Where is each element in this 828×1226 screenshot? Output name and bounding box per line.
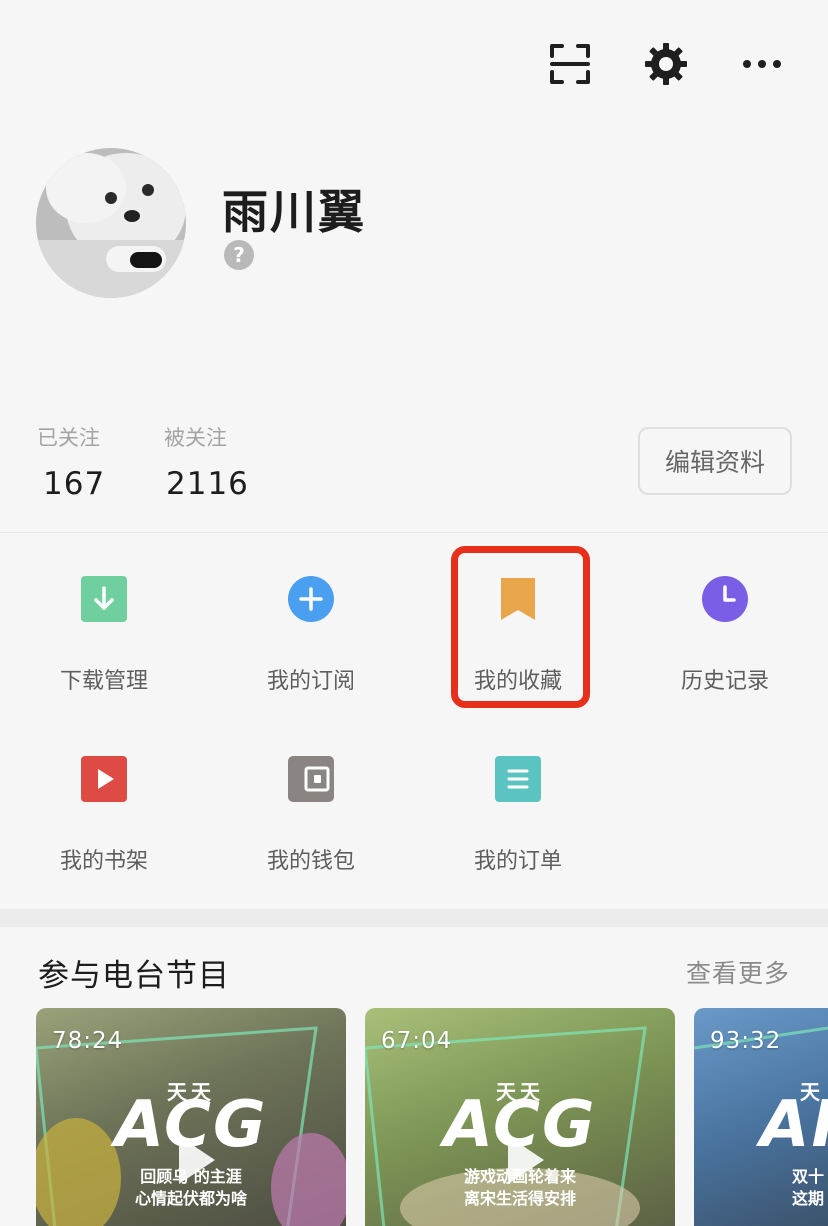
card-brand: AI [760, 1088, 828, 1162]
card-duration: 78:24 [52, 1028, 124, 1054]
grid-label-download: 下载管理 [59, 669, 148, 694]
program-card[interactable]: 78:24 天天 ACG 回顾乌 的主涯 心情起伏都为啥 [36, 1008, 346, 1226]
following-label: 已关注 [37, 426, 100, 450]
card-subtitle-line-2: 心情起伏都为啥 [134, 1189, 247, 1208]
grid-item-bookshelf[interactable]: 我的书架 [19, 755, 189, 875]
gear-icon[interactable] [640, 38, 692, 90]
clock-icon [701, 575, 749, 623]
grid-label-bookshelf: 我的书架 [59, 849, 148, 874]
grid-item-download[interactable]: 下载管理 [19, 575, 189, 695]
card-subtitle-line-1: 游戏动画轮着来 [463, 1167, 576, 1186]
see-more-link[interactable]: 查看更多 [686, 954, 790, 990]
scan-icon[interactable] [544, 38, 596, 90]
card-subtitle: 双十 这期 [694, 1166, 828, 1210]
play-square-icon [80, 755, 128, 803]
help-icon[interactable]: ? [224, 240, 254, 270]
section-separator [0, 909, 828, 927]
grid-label-orders: 我的订单 [473, 849, 562, 874]
program-card[interactable]: 67:04 天天 ACG 游戏动画轮着来 离宋生活得安排 [365, 1008, 675, 1226]
followers-stat[interactable]: 被关注 2116 [164, 422, 249, 502]
grid-item-orders[interactable]: 我的订单 [433, 755, 603, 875]
more-icon[interactable] [736, 38, 788, 90]
following-count: 167 [43, 466, 106, 502]
card-duration: 67:04 [381, 1028, 453, 1054]
plus-circle-icon [287, 575, 335, 623]
section-title: 参与电台节目 [38, 958, 230, 994]
followers-label: 被关注 [164, 426, 227, 450]
download-icon [80, 575, 128, 623]
wallet-icon [287, 755, 335, 803]
grid-label-subscribe: 我的订阅 [266, 669, 355, 694]
grid-label-wallet: 我的钱包 [266, 849, 355, 874]
card-subtitle-line-1: 回顾乌 的主涯 [140, 1167, 242, 1186]
profile-page: 雨川翼 ? 已关注 167 被关注 2116 编辑资料 下载管理 我的订阅 我的… [0, 0, 828, 1226]
card-subtitle-line-2: 离宋生活得安排 [463, 1189, 576, 1208]
card-subtitle: 游戏动画轮着来 离宋生活得安排 [365, 1166, 675, 1210]
program-card[interactable]: 93:32 天 AI 双十 这期 [694, 1008, 828, 1226]
card-subtitle-line-2: 这期 [792, 1189, 825, 1208]
grid-item-wallet[interactable]: 我的钱包 [226, 755, 396, 875]
followers-count: 2116 [166, 466, 249, 502]
avatar[interactable] [36, 148, 186, 298]
edit-profile-button[interactable]: 编辑资料 [638, 427, 792, 495]
card-subtitle-line-1: 双十 [792, 1167, 825, 1186]
grid-label-history: 历史记录 [680, 669, 769, 694]
card-subtitle: 回顾乌 的主涯 心情起伏都为啥 [36, 1166, 346, 1210]
list-icon [494, 755, 542, 803]
top-action-bar [544, 38, 788, 90]
following-stat[interactable]: 已关注 167 [37, 422, 105, 502]
divider [0, 532, 828, 533]
username: 雨川翼 [222, 185, 366, 239]
grid-item-history[interactable]: 历史记录 [640, 575, 810, 695]
grid-item-subscribe[interactable]: 我的订阅 [226, 575, 396, 695]
favorites-highlight-box [451, 546, 590, 708]
card-duration: 93:32 [710, 1028, 782, 1054]
